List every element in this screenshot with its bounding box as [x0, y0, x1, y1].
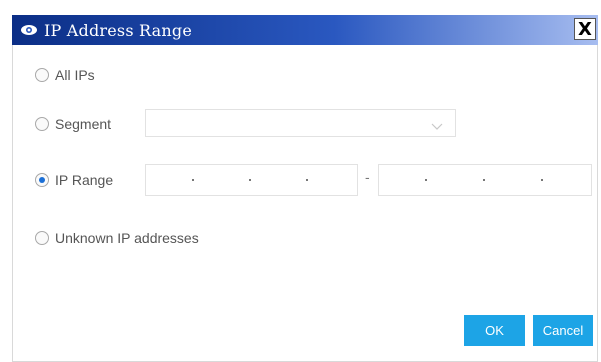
ip-range-end-input[interactable]	[378, 164, 592, 196]
all-ips-radio[interactable]	[35, 68, 49, 82]
dialog-body: All IPs Segment IP Range - Unknown IP ad…	[12, 45, 598, 362]
segment-radio[interactable]	[35, 117, 49, 131]
ip-address-range-dialog: IP Address Range X All IPs Segment IP Ra…	[0, 0, 601, 362]
range-separator: -	[365, 169, 370, 185]
ok-button[interactable]: OK	[464, 315, 525, 346]
ip-range-radio[interactable]	[35, 173, 49, 187]
ip-range-label: IP Range	[55, 172, 114, 188]
ip-octet-separator	[192, 179, 194, 181]
ip-octet-separator	[541, 179, 543, 181]
chevron-down-icon	[431, 118, 443, 136]
eye-icon	[18, 19, 40, 41]
segment-select[interactable]	[145, 109, 456, 137]
option-unknown-ips[interactable]: Unknown IP addresses	[35, 230, 199, 246]
ip-octet-separator	[306, 179, 308, 181]
ip-octet-separator	[249, 179, 251, 181]
dialog-titlebar: IP Address Range X	[12, 15, 598, 45]
ip-octet-separator	[483, 179, 485, 181]
segment-label: Segment	[55, 116, 112, 132]
close-button[interactable]: X	[574, 18, 596, 40]
unknown-ips-radio[interactable]	[35, 231, 49, 245]
dialog-title: IP Address Range	[44, 20, 193, 40]
cancel-button[interactable]: Cancel	[533, 315, 593, 346]
close-icon: X	[578, 18, 592, 40]
ip-octet-separator	[425, 179, 427, 181]
option-all-ips[interactable]: All IPs	[35, 67, 95, 83]
all-ips-label: All IPs	[55, 67, 95, 83]
ip-range-start-input[interactable]	[145, 164, 358, 196]
option-ip-range[interactable]: IP Range	[35, 172, 113, 188]
unknown-ips-label: Unknown IP addresses	[55, 230, 199, 246]
option-segment[interactable]: Segment	[35, 116, 111, 132]
